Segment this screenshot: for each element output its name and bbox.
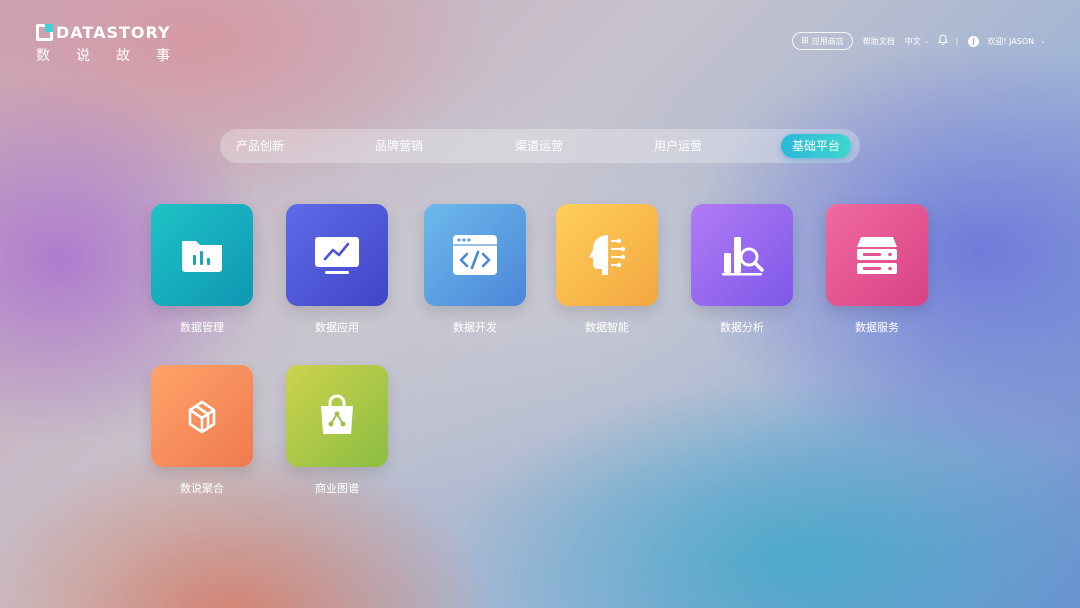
app-label: 数据分析	[720, 321, 764, 334]
app-label: 数据应用	[315, 321, 359, 334]
code-window-icon	[424, 204, 526, 306]
monitor-chart-icon	[286, 204, 388, 306]
tab-channel-operations[interactable]: 渠道运营	[504, 134, 574, 158]
tab-brand-marketing[interactable]: 品牌营销	[364, 134, 434, 158]
app-data-intelligence[interactable]: 数据智能	[556, 204, 658, 335]
avatar[interactable]: J	[968, 35, 980, 47]
app-label: 数据智能	[585, 321, 629, 334]
app-data-development[interactable]: 数据开发	[424, 204, 526, 335]
user-menu[interactable]: 欢迎! JASON ⌄	[987, 36, 1046, 47]
brand-logo[interactable]: DATASTORY 数说故事	[36, 22, 196, 65]
logo-mark-icon	[36, 23, 53, 41]
app-data-management[interactable]: 数据管理	[151, 204, 253, 335]
chevron-down-icon: ⌄	[1040, 37, 1046, 45]
tab-basic-platform[interactable]: 基础平台	[781, 134, 852, 158]
brand-subtitle: 数说故事	[36, 48, 196, 64]
app-data-service[interactable]: 数据服务	[826, 204, 928, 335]
shopping-bag-icon	[286, 365, 388, 467]
language-select[interactable]: 中文 ⌄	[905, 36, 930, 47]
app-store-button[interactable]: ⊞ 应用商店	[792, 32, 853, 50]
category-tabs: 产品创新 品牌营销 渠道运营 用户运营 基础平台	[220, 129, 860, 163]
chevron-down-icon: ⌄	[923, 37, 930, 45]
app-store-label: 应用商店	[811, 36, 844, 46]
app-label: 商业图谱	[315, 482, 359, 495]
folder-chart-icon	[151, 204, 253, 306]
tab-product-innovation[interactable]: 产品创新	[225, 134, 295, 158]
server-icon	[826, 204, 928, 306]
app-data-analysis[interactable]: 数据分析	[691, 204, 793, 335]
app-label: 数据开发	[453, 321, 497, 334]
top-nav: ⊞ 应用商店 帮助文档 中文 ⌄ | J 欢迎! JASON ⌄	[792, 32, 1046, 50]
welcome-label: 欢迎! JASON	[987, 36, 1035, 46]
tab-user-operations[interactable]: 用户运营	[643, 134, 713, 158]
bell-icon[interactable]	[937, 34, 948, 48]
app-data-application[interactable]: 数据应用	[286, 204, 388, 335]
app-datastory-aggregation[interactable]: 数说聚合	[151, 365, 253, 496]
ai-head-icon	[556, 204, 658, 306]
app-business-graph[interactable]: 商业图谱	[286, 365, 388, 496]
language-label: 中文	[904, 36, 921, 46]
app-label: 数据管理	[180, 321, 224, 334]
cube-stack-icon	[151, 365, 253, 467]
help-docs-link[interactable]: 帮助文档	[863, 36, 895, 47]
grid-icon: ⊞	[801, 36, 809, 46]
app-label: 数据服务	[855, 321, 899, 334]
chart-search-icon	[691, 204, 793, 306]
app-label: 数说聚合	[180, 482, 224, 495]
divider: |	[955, 36, 959, 46]
brand-name: DATASTORY	[56, 22, 171, 42]
